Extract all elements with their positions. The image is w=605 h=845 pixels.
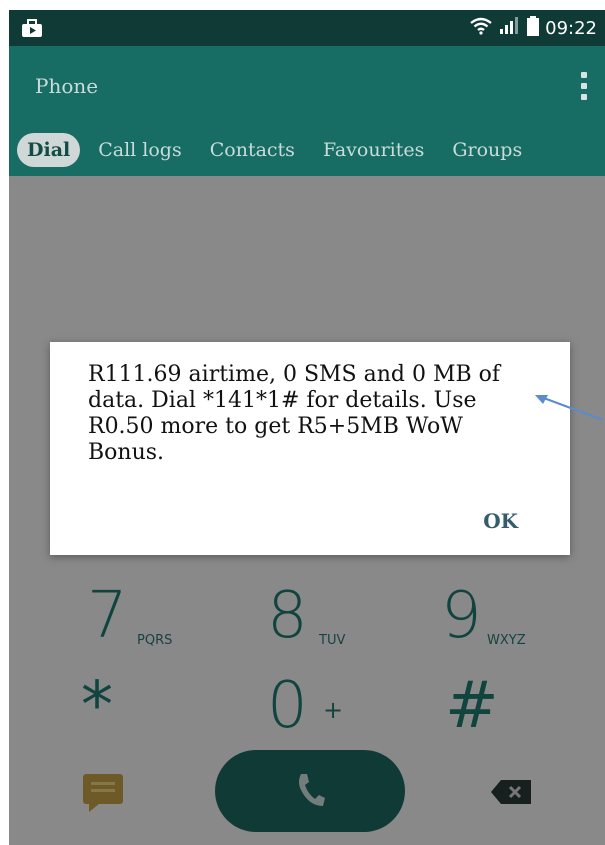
ok-button[interactable]: OK	[483, 509, 518, 533]
briefcase-play-icon	[21, 18, 43, 42]
tab-groups[interactable]: Groups	[442, 133, 532, 167]
overflow-menu-icon[interactable]	[581, 72, 587, 100]
tab-dial[interactable]: Dial	[17, 133, 81, 167]
status-time: 09:22	[545, 18, 597, 39]
ussd-dialog: R111.69 airtime, 0 SMS and 0 MB of data.…	[50, 342, 570, 555]
phone-screen: 09:22 Phone Dial Call logs Contacts Favo…	[9, 10, 605, 845]
tab-bar: Dial Call logs Contacts Favourites Group…	[9, 128, 605, 172]
app-title: Phone	[35, 74, 99, 98]
app-bar: Phone Dial Call logs Contacts Favourites…	[9, 46, 605, 176]
dialog-message: R111.69 airtime, 0 SMS and 0 MB of data.…	[88, 362, 501, 465]
signal-icon	[499, 17, 521, 40]
tab-contacts[interactable]: Contacts	[200, 133, 305, 167]
wifi-icon	[469, 17, 493, 40]
status-right: 09:22	[469, 16, 597, 41]
status-bar: 09:22	[9, 10, 605, 46]
battery-icon	[527, 16, 540, 41]
tab-call-logs[interactable]: Call logs	[88, 133, 192, 167]
tab-favourites[interactable]: Favourites	[313, 133, 434, 167]
